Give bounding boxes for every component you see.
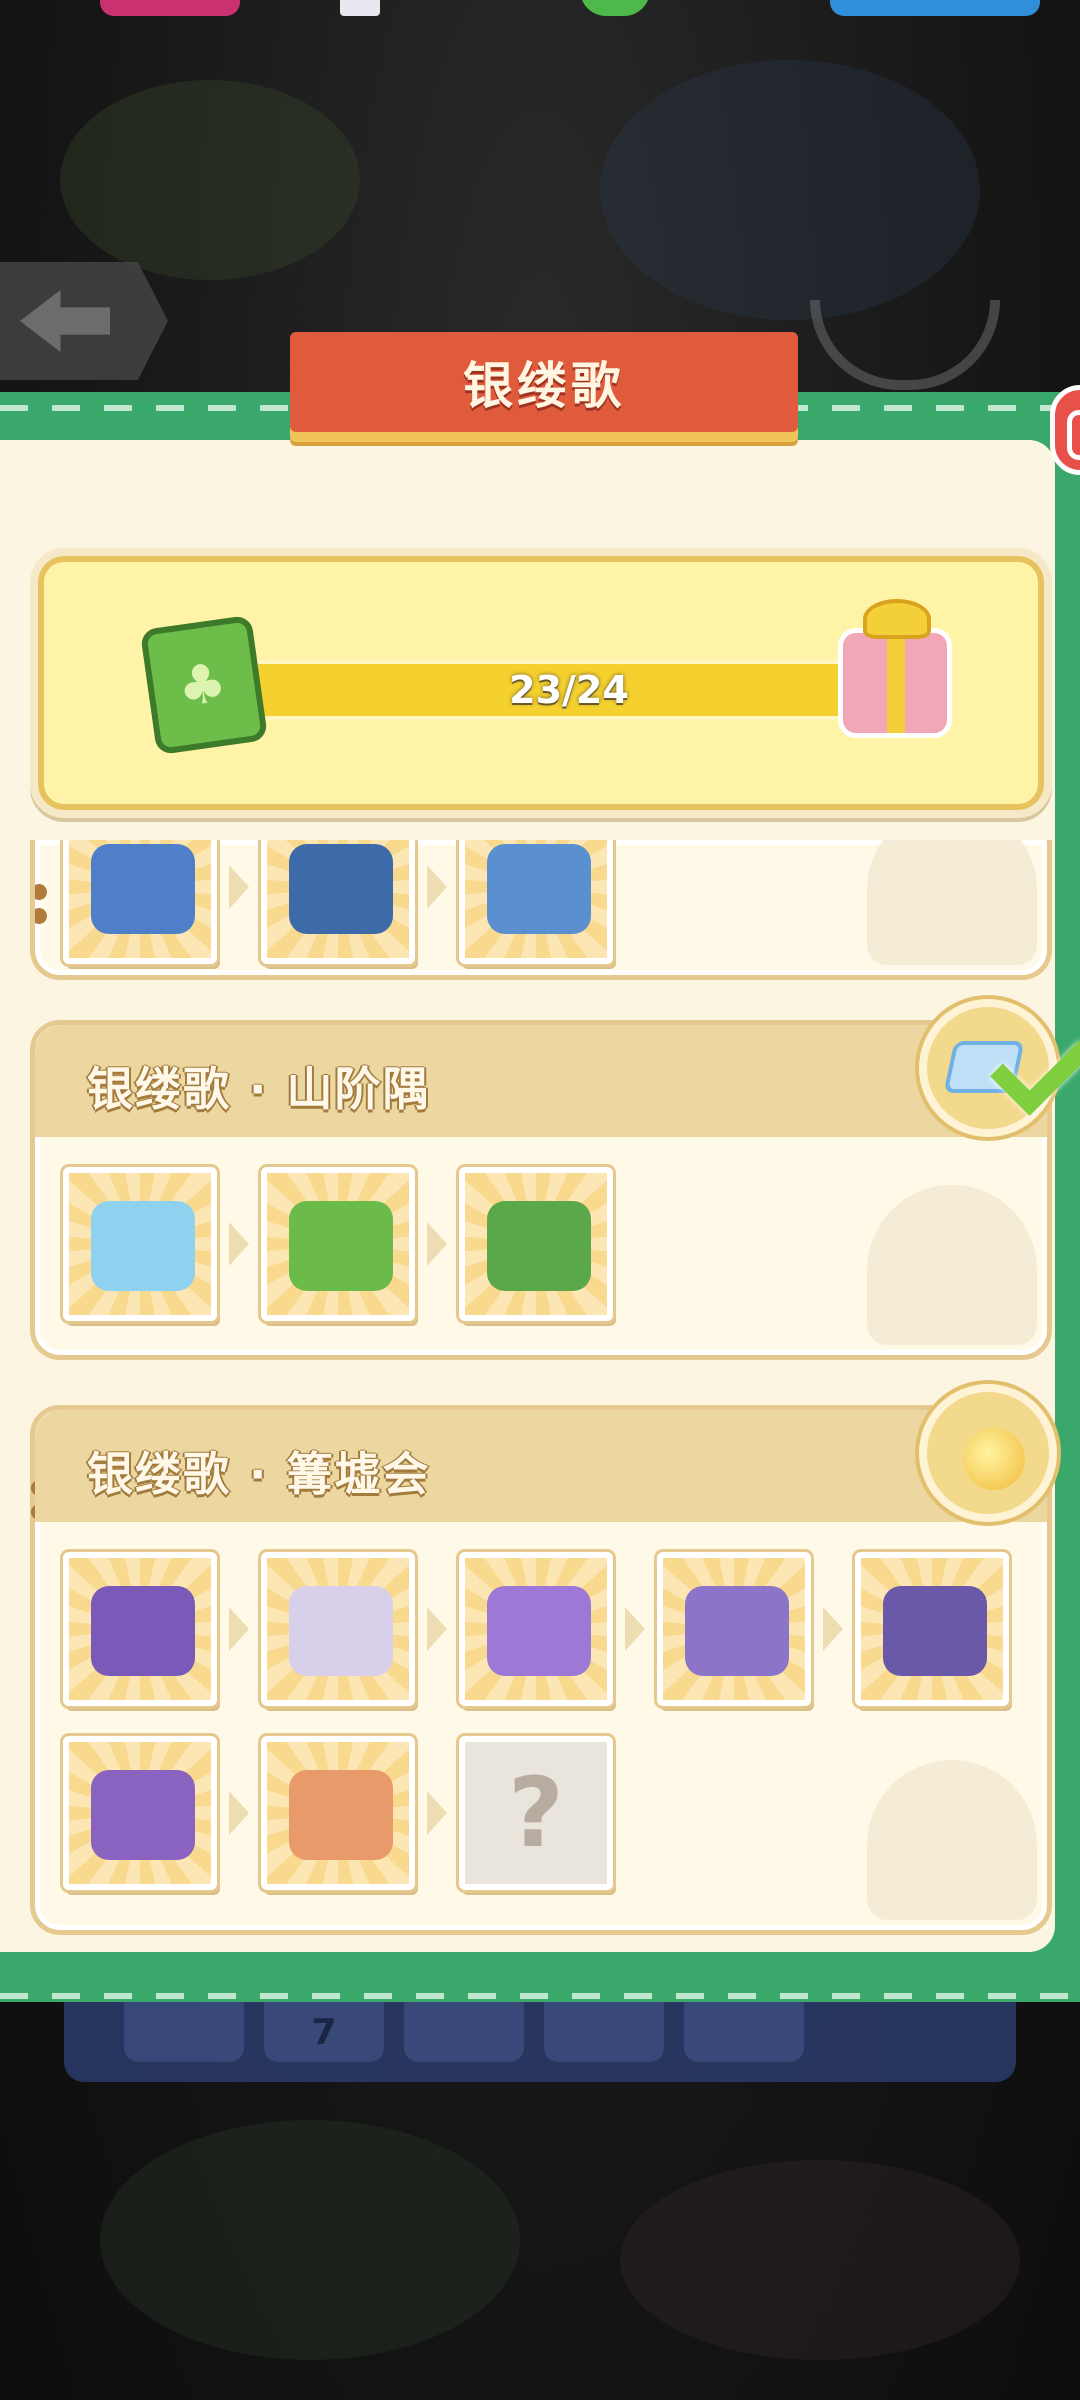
set-3-items-row-2: ? [63,1736,613,1890]
arrow-separator [217,1552,261,1706]
item-tile[interactable] [855,1552,1009,1706]
ghost-watermark [867,1760,1037,1920]
item-tile[interactable] [459,840,613,964]
resource-pill-green[interactable] [580,0,650,16]
set-card-header: 银缕歌 · 篝墟会 [35,1410,1047,1522]
arrow-separator [415,840,459,964]
gift-bow-icon [863,599,931,639]
set-3-items-row-1 [63,1552,1009,1706]
item-tile[interactable] [261,1552,415,1706]
item-tile[interactable] [261,1736,415,1890]
ghost-watermark [867,840,1037,965]
set-title: 银缕歌 · 篝墟会 [87,1447,431,1501]
set-title: 银缕歌 · 山阶隅 [87,1062,431,1116]
toolbar-button-3[interactable] [404,2002,524,2062]
set-2-items [63,1167,613,1321]
item-tile[interactable] [459,1167,613,1321]
set-card-1 [30,840,1052,980]
item-tile[interactable] [261,840,415,964]
item-tile[interactable] [459,1552,613,1706]
panel-stitch-bottom [0,1993,1080,1999]
page-title: 银缕歌 [463,357,625,415]
set-badge[interactable] [919,999,1080,1137]
set-card-header: 银缕歌 · 山阶隅 [35,1025,1047,1137]
set-card-3: 银缕歌 · 篝墟会 ? [30,1384,1057,1935]
toolbar-button-calendar[interactable]: 7 [264,2002,384,2062]
arrow-separator [217,1167,261,1321]
arrow-separator [811,1552,855,1706]
resource-pill-pink[interactable] [100,0,240,16]
title-ribbon: 银缕歌 [290,332,798,432]
item-tile[interactable] [657,1552,811,1706]
arrow-separator [415,1552,459,1706]
arrow-separator [217,840,261,964]
collection-book-icon[interactable]: ♣ [139,614,269,756]
resource-pill-blue[interactable] [830,0,1040,16]
item-tile[interactable] [261,1167,415,1321]
arrow-separator [415,1167,459,1321]
golden-orb-icon [963,1428,1025,1490]
locked-item-tile[interactable]: ? [459,1736,613,1890]
close-button[interactable] [1050,385,1080,475]
progress-label: 23/24 [509,668,629,712]
item-tile[interactable] [63,1552,217,1706]
bottom-toolbar: 7 [64,2002,1016,2082]
ghost-watermark [867,1185,1037,1345]
question-mark-icon: ? [508,1757,564,1869]
set-badge[interactable] [919,1384,1057,1522]
side-handle [35,884,47,932]
toolbar-button-gift[interactable] [544,2002,664,2062]
set-1-items [63,840,613,964]
toolbar-button-leaf[interactable] [684,2002,804,2062]
set-card-2: 银缕歌 · 山阶隅 [30,999,1080,1360]
arrow-separator [613,1552,657,1706]
back-arrow-icon [20,290,110,352]
collection-progress-card: 23/24 ♣ [30,548,1052,818]
clover-icon: ♣ [173,650,231,720]
item-tile[interactable] [63,840,217,964]
arrow-separator [415,1736,459,1890]
top-resource-bar [0,0,1080,22]
item-tile[interactable] [63,1167,217,1321]
resource-pill-white[interactable] [340,0,380,16]
back-button[interactable] [0,262,168,380]
arrow-separator [217,1736,261,1890]
toolbar-button-1[interactable] [124,2002,244,2062]
progress-bar: 23/24 [254,660,884,720]
reward-gift-icon[interactable] [838,599,952,738]
item-tile[interactable] [63,1736,217,1890]
